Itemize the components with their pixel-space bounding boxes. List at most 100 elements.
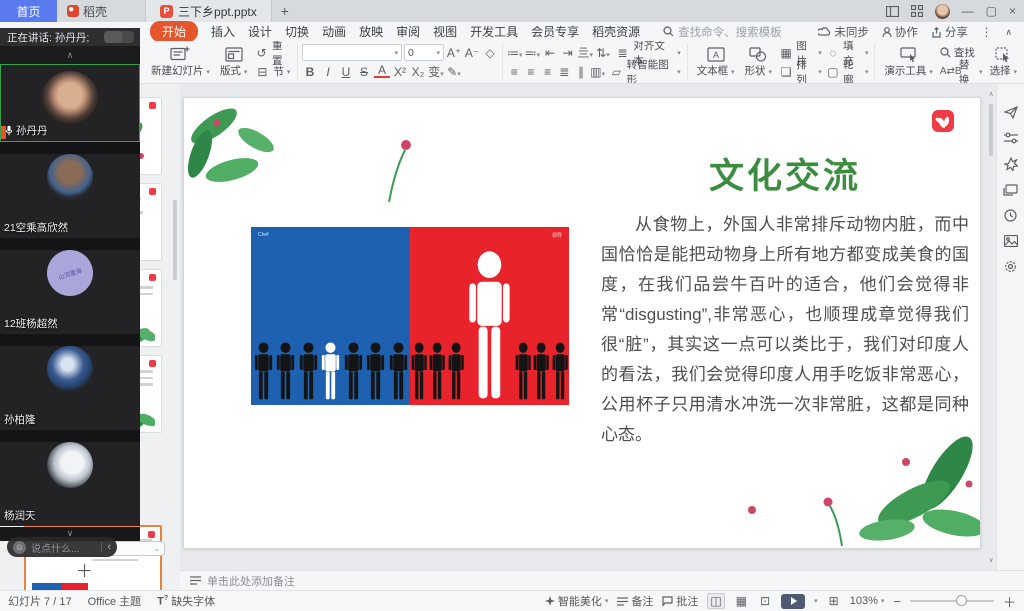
slide-7[interactable]: 文化交流 从食物上，外国人非常排斥动物内脏，而中国恰恰是能把动物身上所有地方都变… [183,97,981,549]
tab-devtools[interactable]: 开发工具 [470,23,518,40]
tab-home-ribbon[interactable]: 开始 [150,21,198,42]
zoom-in-button[interactable]: ＋ [1003,592,1016,611]
scroll-up-icon[interactable]: ∧ [987,90,995,98]
columns-icon[interactable]: ▥▾ [590,65,605,79]
slide-body-text[interactable]: 从食物上，外国人非常排斥动物内脏，而中国恰恰是能把动物身上所有地方都变成美食的国… [601,210,969,450]
zoom-slider-thumb[interactable] [956,595,967,606]
tab-transition[interactable]: 切换 [285,23,309,40]
tab-view[interactable]: 视图 [433,23,457,40]
align-left-icon[interactable]: ≡ [507,65,522,79]
tab-design[interactable]: 设计 [248,23,272,40]
bold-button[interactable]: B [302,65,318,79]
east-west-boss-infographic[interactable]: Chef 领导 [251,227,569,405]
section-button[interactable]: ⊟节▾ [252,63,293,81]
strikethrough-button[interactable]: S [356,65,372,79]
chat-collapse-icon[interactable]: ‹ [107,542,111,553]
highlight-button[interactable]: ✎▾ [446,65,462,79]
increase-font-icon[interactable]: A⁺ [446,46,462,60]
command-search[interactable]: 查找命令、搜索模板 [663,24,782,40]
settings-gear-icon[interactable] [1004,260,1017,273]
participant-tile[interactable]: 杨润天 [0,442,140,526]
decrease-indent-icon[interactable]: ⇤ [542,46,558,60]
quick-share-icon[interactable] [1004,106,1018,119]
reading-view-button[interactable]: ⊡ [758,594,772,608]
theme-name[interactable]: Office 主题 [88,593,142,609]
maximize-button[interactable]: ▢ [986,5,997,17]
vertical-scrollbar[interactable]: ∧ ∨ [987,90,995,564]
tab-member[interactable]: 会员专享 [531,23,579,40]
properties-sliders-icon[interactable] [1004,132,1018,144]
fit-window-button[interactable]: ⊞ [827,594,841,608]
collaborate-button[interactable]: 协作 [882,24,918,40]
distribute-icon[interactable]: ∥ [574,65,589,79]
present-tools-button[interactable]: 演示工具 ▾ [879,43,937,81]
apps-grid-icon[interactable] [911,5,923,17]
slide-title[interactable]: 文化交流 [601,148,969,199]
collapse-up-icon[interactable]: ∧ [0,46,140,64]
italic-button[interactable]: I [320,65,336,79]
subscript-button[interactable]: X₂ [410,65,426,79]
text-effect-button[interactable]: 变▾ [428,63,444,80]
arrange-button[interactable]: ❏排列▾ [777,63,824,81]
underline-button[interactable]: U [338,65,354,79]
tab-insert[interactable]: 插入 [211,23,235,40]
reset-button[interactable]: ↺重置 [252,44,293,62]
scroll-down-icon[interactable]: ∨ [987,556,995,564]
superscript-button[interactable]: X² [392,65,408,79]
more-menu-icon[interactable]: ⋮ [981,25,993,39]
participant-tile[interactable]: 山河里海 12班杨超然 [0,250,140,334]
zoom-out-button[interactable]: − [893,594,901,609]
text-direction-icon[interactable]: 亖▾ [577,44,593,61]
minimize-button[interactable]: — [962,5,974,17]
smart-beautify-button[interactable]: 智能美化▾ [545,593,609,609]
play-slideshow-button[interactable] [781,594,805,609]
chat-input-placeholder[interactable]: 说点什么... [31,540,96,555]
increase-indent-icon[interactable]: ⇥ [560,46,576,60]
decrease-font-icon[interactable]: A⁻ [464,46,480,60]
home-tab[interactable]: 首页 [0,0,57,22]
tab-animation[interactable]: 动画 [322,23,346,40]
slide-sorter-view-button[interactable]: ▦ [734,594,749,608]
timer-icon[interactable] [1004,209,1017,222]
share-button[interactable]: 分享 [931,24,968,40]
scrollbar-thumb[interactable] [989,104,993,156]
tab-docer-res[interactable]: 稻壳资源 [592,23,640,40]
shape-button[interactable]: 形状 ▾ [740,43,777,81]
participant-tile[interactable]: 21空乘高欣然 [0,154,140,238]
sync-status[interactable]: 未同步 [818,24,869,40]
font-name-select[interactable]: ▾ [302,44,402,61]
line-spacing-icon[interactable]: ⇅▾ [595,46,611,60]
textbox-button[interactable]: A 文本框 ▾ [692,43,740,81]
layout-button[interactable]: 版式 ▾ [215,43,252,81]
font-size-select[interactable]: 0▾ [404,44,444,61]
emoji-icon[interactable]: ☺ [13,541,26,554]
normal-view-button[interactable]: ◫ [707,593,724,609]
select-button[interactable]: 选择 ▾ [985,43,1022,81]
participant-tile[interactable]: 孙柏隆 [0,346,140,430]
participant-tile[interactable]: 孙丹丹 [0,64,140,142]
collapse-ribbon-icon[interactable]: ∧ [1005,27,1012,38]
zoom-slider[interactable] [910,600,994,602]
docer-tab[interactable]: 稻壳 [57,0,117,22]
notes-bar[interactable]: 单击此处添加备注 [180,570,1024,590]
outline-button[interactable]: ▢轮廓▾ [824,63,871,81]
clear-format-icon[interactable]: ◇ [482,46,498,60]
justify-icon[interactable]: ≣ [557,65,572,79]
tab-review[interactable]: 审阅 [396,23,420,40]
number-list-icon[interactable]: ≕▾ [525,46,541,60]
slide-layout-icon[interactable] [1003,184,1018,196]
notes-toggle[interactable]: 备注 [617,593,653,609]
document-tab[interactable]: P 三下乡ppt.pptx [145,0,272,22]
thumbnail-scrollbar[interactable] [173,200,177,280]
layout-switch-icon[interactable] [886,6,899,17]
new-tab-button[interactable]: + [272,0,298,22]
animation-icon[interactable] [1004,157,1018,171]
close-button[interactable]: × [1009,5,1016,17]
tab-slideshow[interactable]: 放映 [359,23,383,40]
play-options-caret[interactable]: ▾ [814,597,818,605]
align-right-icon[interactable]: ≡ [540,65,555,79]
missing-font-warning[interactable]: T? 缺失字体 [157,593,215,609]
user-avatar[interactable] [935,4,950,19]
replace-button[interactable]: A⇄B替换▾ [938,63,985,81]
bullet-list-icon[interactable]: ≔▾ [507,46,523,60]
